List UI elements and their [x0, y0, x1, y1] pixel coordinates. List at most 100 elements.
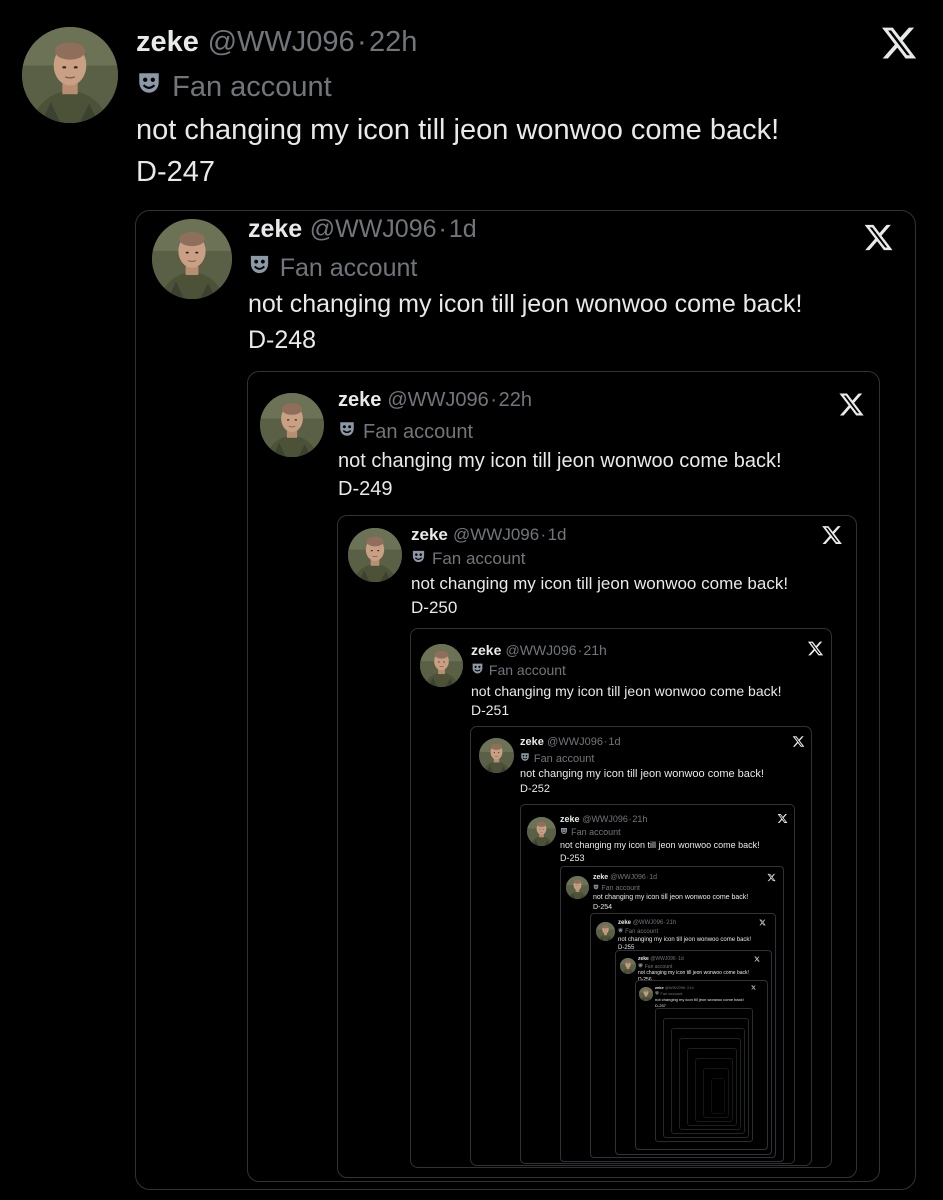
- username-handle[interactable]: @WWJ096: [506, 642, 577, 658]
- display-name[interactable]: zeke: [338, 389, 381, 412]
- tweet-text-line: not changing my icon till jeon wonwoo co…: [655, 997, 744, 1002]
- timestamp[interactable]: 21h: [666, 920, 676, 926]
- timestamp[interactable]: 1d: [449, 215, 477, 244]
- avatar[interactable]: [479, 738, 514, 773]
- tweet-header: zeke @WWJ096 · 1d: [411, 525, 567, 545]
- display-name[interactable]: zeke: [136, 26, 199, 59]
- theater-mask-icon: [638, 963, 643, 970]
- display-name[interactable]: zeke: [655, 985, 664, 990]
- tweet-header: zeke @WWJ096 · 1d: [248, 215, 477, 244]
- tweet-text-line: not changing my icon till jeon wonwoo co…: [618, 937, 752, 943]
- timestamp[interactable]: 22h: [369, 26, 417, 59]
- tweet-header: zeke @WWJ096 · 22h: [338, 389, 532, 412]
- username-handle[interactable]: @WWJ096: [582, 814, 628, 824]
- separator-dot: ·: [603, 736, 608, 748]
- x-logo-icon[interactable]: [807, 640, 824, 657]
- display-name[interactable]: zeke: [618, 920, 631, 926]
- fan-account-badge: Fan account: [520, 752, 594, 765]
- tweet-countdown: D-248: [248, 326, 317, 354]
- tweet-text-line: not changing my icon till jeon wonwoo co…: [248, 290, 803, 318]
- avatar[interactable]: [348, 528, 402, 582]
- fan-account-badge: Fan account: [638, 963, 672, 970]
- username-handle[interactable]: @WWJ096: [208, 26, 355, 59]
- tweet-text-line: not changing my icon till jeon wonwoo co…: [471, 683, 782, 699]
- display-name[interactable]: zeke: [411, 525, 448, 545]
- badge-label: Fan account: [601, 884, 640, 892]
- avatar[interactable]: [152, 219, 232, 299]
- avatar[interactable]: [22, 27, 118, 123]
- timestamp[interactable]: 1d: [678, 956, 684, 962]
- avatar[interactable]: [260, 393, 324, 457]
- avatar[interactable]: [527, 817, 556, 846]
- avatar[interactable]: [566, 876, 589, 899]
- tweet-header: zeke @WWJ096 · 21h: [560, 814, 647, 824]
- display-name[interactable]: zeke: [638, 956, 649, 962]
- tweet-countdown: D-250: [411, 598, 458, 617]
- badge-label: Fan account: [172, 70, 332, 103]
- x-logo-icon[interactable]: [880, 24, 918, 62]
- username-handle[interactable]: @WWJ096: [633, 920, 663, 926]
- theater-mask-icon: [471, 662, 484, 678]
- display-name[interactable]: zeke: [248, 215, 302, 244]
- badge-label: Fan account: [644, 963, 673, 970]
- display-name[interactable]: zeke: [471, 642, 501, 658]
- timestamp[interactable]: 22h: [499, 389, 532, 412]
- fan-account-badge: Fan account: [560, 827, 621, 837]
- username-handle[interactable]: @WWJ096: [610, 874, 646, 881]
- badge-label: Fan account: [571, 827, 621, 837]
- badge-label: Fan account: [533, 752, 595, 765]
- tweet-text-line: not changing my icon till jeon wonwoo co…: [520, 768, 764, 780]
- timestamp[interactable]: 21h: [583, 642, 606, 658]
- timestamp[interactable]: 21h: [632, 814, 647, 824]
- x-logo-icon[interactable]: [821, 524, 843, 546]
- recursive-frame: [711, 1078, 725, 1114]
- tweet-text-line: not changing my icon till jeon wonwoo co…: [338, 450, 782, 472]
- x-logo-icon[interactable]: [792, 735, 805, 748]
- badge-label: Fan account: [488, 662, 566, 678]
- badge-label: Fan account: [431, 549, 526, 568]
- avatar[interactable]: [620, 958, 636, 974]
- avatar[interactable]: [420, 644, 463, 687]
- timestamp[interactable]: 21h: [687, 985, 694, 990]
- tweet-text-line: not changing my icon till jeon wonwoo co…: [638, 970, 749, 976]
- badge-label: Fan account: [625, 928, 659, 935]
- tweet-countdown: D-253: [560, 853, 585, 863]
- fan-account-badge: Fan account: [411, 549, 526, 569]
- theater-mask-icon: [560, 827, 568, 837]
- x-logo-icon[interactable]: [759, 919, 766, 926]
- x-logo-icon[interactable]: [754, 956, 760, 962]
- theater-mask-icon: [593, 884, 599, 892]
- tweet-countdown: D-252: [520, 783, 550, 795]
- fan-account-badge: Fan account: [593, 884, 640, 892]
- username-handle[interactable]: @WWJ096: [547, 736, 603, 748]
- tweet-header: zeke @WWJ096 · 21h: [655, 985, 694, 990]
- username-handle[interactable]: @WWJ096: [387, 389, 488, 412]
- timestamp[interactable]: 1d: [548, 525, 567, 545]
- display-name[interactable]: zeke: [520, 736, 544, 748]
- avatar[interactable]: [596, 922, 615, 941]
- x-logo-icon[interactable]: [777, 813, 788, 824]
- badge-label: Fan account: [279, 253, 418, 282]
- tweet-header: zeke @WWJ096 · 21h: [618, 920, 676, 926]
- username-handle[interactable]: @WWJ096: [665, 985, 685, 990]
- timestamp[interactable]: 1d: [608, 736, 620, 748]
- display-name[interactable]: zeke: [560, 814, 580, 824]
- tweet-text-line: not changing my icon till jeon wonwoo co…: [136, 114, 780, 146]
- separator-dot: ·: [628, 814, 632, 824]
- timestamp[interactable]: 1d: [649, 874, 657, 881]
- username-handle[interactable]: @WWJ096: [650, 956, 675, 962]
- badge-label: Fan account: [363, 420, 474, 443]
- separator-dot: ·: [540, 525, 547, 544]
- fan-account-badge: Fan account: [471, 662, 566, 678]
- avatar[interactable]: [639, 987, 653, 1001]
- x-logo-icon[interactable]: [838, 391, 865, 418]
- x-logo-icon[interactable]: [767, 873, 776, 882]
- username-handle[interactable]: @WWJ096: [453, 525, 539, 545]
- display-name[interactable]: zeke: [593, 874, 608, 881]
- username-handle[interactable]: @WWJ096: [310, 215, 437, 244]
- tweet-countdown: D-249: [338, 478, 393, 500]
- x-logo-icon[interactable]: [863, 222, 894, 253]
- separator-dot: ·: [577, 642, 583, 658]
- x-logo-icon[interactable]: [751, 985, 756, 990]
- tweet-text-line: not changing my icon till jeon wonwoo co…: [560, 840, 760, 850]
